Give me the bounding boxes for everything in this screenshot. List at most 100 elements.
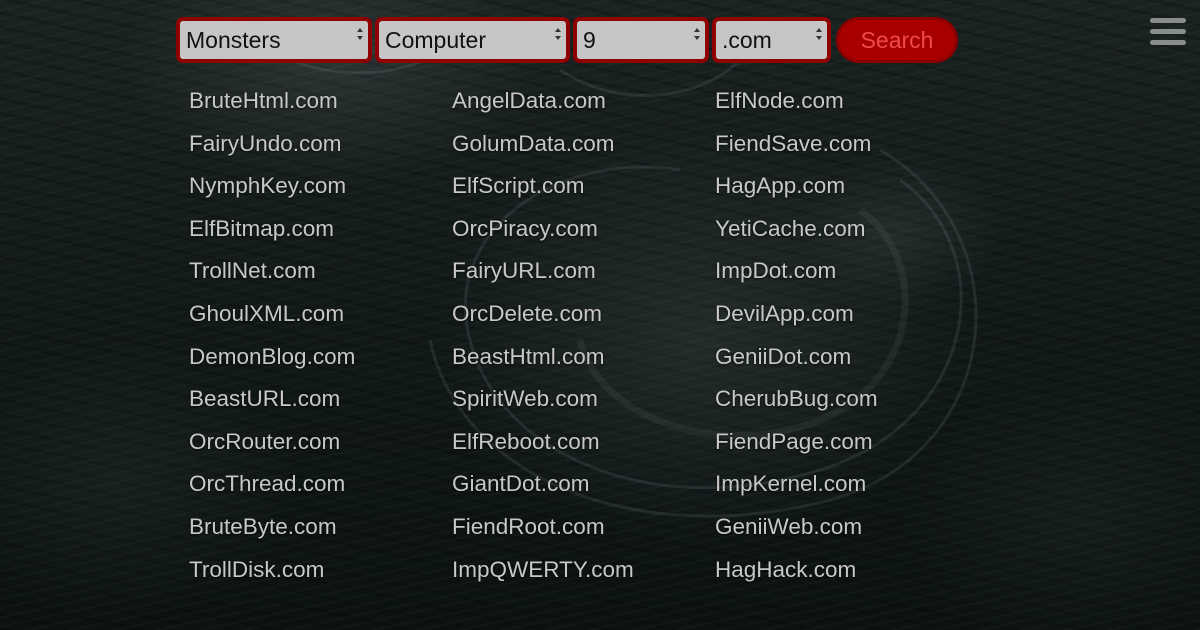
domain-link[interactable]: NymphKey.com bbox=[189, 173, 346, 198]
list-item: GiantDot.com bbox=[452, 463, 712, 506]
domain-link[interactable]: FiendSave.com bbox=[715, 131, 871, 156]
length-select[interactable]: 9 bbox=[573, 17, 709, 63]
category-select-value: Monsters bbox=[186, 27, 281, 53]
list-item: FairyURL.com bbox=[452, 250, 712, 293]
domain-link[interactable]: ImpQWERTY.com bbox=[452, 557, 634, 582]
domain-link[interactable]: OrcDelete.com bbox=[452, 301, 602, 326]
domain-column-1: BruteHtml.com FairyUndo.com NymphKey.com… bbox=[189, 80, 449, 591]
tld-select-value: .com bbox=[722, 27, 772, 53]
list-item: BeastHtml.com bbox=[452, 336, 712, 379]
domain-link[interactable]: YetiCache.com bbox=[715, 216, 866, 241]
domain-link[interactable]: DemonBlog.com bbox=[189, 344, 355, 369]
list-item: DevilApp.com bbox=[715, 293, 975, 336]
list-item: GolumData.com bbox=[452, 123, 712, 166]
domain-link[interactable]: OrcThread.com bbox=[189, 471, 345, 496]
list-item: TrollDisk.com bbox=[189, 549, 449, 592]
list-item: ImpKernel.com bbox=[715, 463, 975, 506]
list-item: NymphKey.com bbox=[189, 165, 449, 208]
list-item: CherubBug.com bbox=[715, 378, 975, 421]
list-item: OrcThread.com bbox=[189, 463, 449, 506]
domain-link[interactable]: ElfBitmap.com bbox=[189, 216, 334, 241]
domain-link[interactable]: GhoulXML.com bbox=[189, 301, 344, 326]
domain-link[interactable]: BeastHtml.com bbox=[452, 344, 605, 369]
domain-link[interactable]: ElfNode.com bbox=[715, 88, 844, 113]
list-item: BeastURL.com bbox=[189, 378, 449, 421]
tld-select[interactable]: .com bbox=[712, 17, 831, 63]
list-item: AngelData.com bbox=[452, 80, 712, 123]
domain-link[interactable]: GiantDot.com bbox=[452, 471, 590, 496]
menu-bar bbox=[1150, 29, 1186, 34]
list-item: DemonBlog.com bbox=[189, 336, 449, 379]
menu-bar bbox=[1150, 40, 1186, 45]
list-item: FiendPage.com bbox=[715, 421, 975, 464]
topic-select-value: Computer bbox=[385, 27, 486, 53]
list-item: GhoulXML.com bbox=[189, 293, 449, 336]
topic-select[interactable]: Computer bbox=[375, 17, 570, 63]
list-item: FiendRoot.com bbox=[452, 506, 712, 549]
tld-select-field[interactable]: .com bbox=[716, 21, 827, 59]
domain-link[interactable]: DevilApp.com bbox=[715, 301, 854, 326]
select-arrows-icon bbox=[357, 28, 363, 40]
list-item: OrcPiracy.com bbox=[452, 208, 712, 251]
list-item: ImpQWERTY.com bbox=[452, 549, 712, 592]
list-item: ElfReboot.com bbox=[452, 421, 712, 464]
list-item: ElfBitmap.com bbox=[189, 208, 449, 251]
list-item: ElfScript.com bbox=[452, 165, 712, 208]
domain-link[interactable]: BruteByte.com bbox=[189, 514, 337, 539]
list-item: FiendSave.com bbox=[715, 123, 975, 166]
list-item: TrollNet.com bbox=[189, 250, 449, 293]
list-item: SpiritWeb.com bbox=[452, 378, 712, 421]
length-select-field[interactable]: 9 bbox=[577, 21, 705, 59]
category-select-field[interactable]: Monsters bbox=[180, 21, 368, 59]
list-item: ElfNode.com bbox=[715, 80, 975, 123]
domain-link[interactable]: CherubBug.com bbox=[715, 386, 878, 411]
length-select-value: 9 bbox=[583, 27, 596, 53]
domain-link[interactable]: BruteHtml.com bbox=[189, 88, 338, 113]
topic-select-field[interactable]: Computer bbox=[379, 21, 566, 59]
domain-link[interactable]: AngelData.com bbox=[452, 88, 606, 113]
list-item: FairyUndo.com bbox=[189, 123, 449, 166]
domain-list: BruteHtml.com FairyUndo.com NymphKey.com… bbox=[189, 80, 449, 591]
domain-link[interactable]: SpiritWeb.com bbox=[452, 386, 598, 411]
search-button[interactable]: Search bbox=[836, 17, 958, 63]
domain-link[interactable]: ElfScript.com bbox=[452, 173, 585, 198]
select-arrows-icon bbox=[816, 28, 822, 40]
list-item: YetiCache.com bbox=[715, 208, 975, 251]
domain-link[interactable]: TrollNet.com bbox=[189, 258, 316, 283]
domain-link[interactable]: FairyUndo.com bbox=[189, 131, 342, 156]
list-item: BruteHtml.com bbox=[189, 80, 449, 123]
domain-link[interactable]: ElfReboot.com bbox=[452, 429, 600, 454]
domain-link[interactable]: HagApp.com bbox=[715, 173, 845, 198]
domain-link[interactable]: FiendPage.com bbox=[715, 429, 873, 454]
domain-link[interactable]: ImpDot.com bbox=[715, 258, 836, 283]
list-item: HagApp.com bbox=[715, 165, 975, 208]
domain-link[interactable]: HagHack.com bbox=[715, 557, 856, 582]
domain-link[interactable]: GeniiWeb.com bbox=[715, 514, 862, 539]
domain-list: AngelData.com GolumData.com ElfScript.co… bbox=[452, 80, 712, 591]
domain-column-2: AngelData.com GolumData.com ElfScript.co… bbox=[452, 80, 712, 591]
domain-results: BruteHtml.com FairyUndo.com NymphKey.com… bbox=[189, 80, 989, 600]
domain-link[interactable]: FairyURL.com bbox=[452, 258, 596, 283]
domain-link[interactable]: ImpKernel.com bbox=[715, 471, 866, 496]
domain-link[interactable]: OrcRouter.com bbox=[189, 429, 340, 454]
list-item: BruteByte.com bbox=[189, 506, 449, 549]
domain-link[interactable]: FiendRoot.com bbox=[452, 514, 605, 539]
list-item: ImpDot.com bbox=[715, 250, 975, 293]
menu-bar bbox=[1150, 18, 1186, 23]
domain-column-3: ElfNode.com FiendSave.com HagApp.com Yet… bbox=[715, 80, 975, 591]
search-bar: Monsters Computer 9 .com Search bbox=[176, 17, 966, 63]
domain-list: ElfNode.com FiendSave.com HagApp.com Yet… bbox=[715, 80, 975, 591]
domain-link[interactable]: TrollDisk.com bbox=[189, 557, 324, 582]
list-item: OrcDelete.com bbox=[452, 293, 712, 336]
list-item: GeniiDot.com bbox=[715, 336, 975, 379]
domain-link[interactable]: OrcPiracy.com bbox=[452, 216, 598, 241]
list-item: HagHack.com bbox=[715, 549, 975, 592]
domain-link[interactable]: GolumData.com bbox=[452, 131, 615, 156]
category-select[interactable]: Monsters bbox=[176, 17, 372, 63]
domain-link[interactable]: BeastURL.com bbox=[189, 386, 340, 411]
select-arrows-icon bbox=[555, 28, 561, 40]
hamburger-menu-icon[interactable] bbox=[1150, 18, 1186, 46]
list-item: OrcRouter.com bbox=[189, 421, 449, 464]
list-item: GeniiWeb.com bbox=[715, 506, 975, 549]
domain-link[interactable]: GeniiDot.com bbox=[715, 344, 851, 369]
